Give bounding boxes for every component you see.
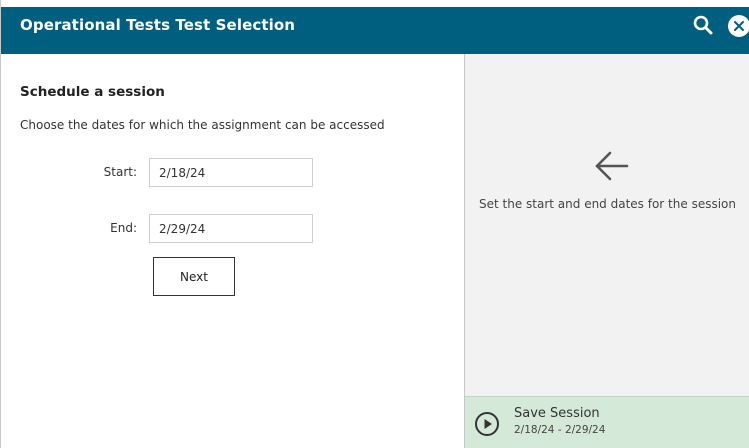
app-frame: Operational Tests Test Selection Schedul… [0,0,749,448]
play-circle-icon [475,412,499,436]
next-button[interactable]: Next [153,257,235,296]
search-button[interactable] [692,14,714,36]
start-date-input[interactable] [149,158,313,187]
end-date-input[interactable] [149,214,313,243]
start-date-label: Start: [103,165,137,179]
header-bar: Operational Tests Test Selection [1,0,749,54]
section-subtitle: Choose the dates for which the assignmen… [20,118,385,132]
save-session-label: Save Session [514,406,600,421]
section-title: Schedule a session [20,84,165,100]
save-session-button[interactable]: Save Session 2/18/24 - 2/29/24 [465,396,749,448]
close-button[interactable] [728,15,749,37]
save-session-dates: 2/18/24 - 2/29/24 [514,424,606,436]
schedule-panel: Schedule a session Choose the dates for … [1,54,464,448]
help-panel: Set the start and end dates for the sess… [465,54,749,448]
back-arrow-button[interactable] [592,148,630,184]
search-icon [693,15,713,35]
arrow-left-icon [595,151,629,181]
end-date-label: End: [110,221,137,235]
help-message: Set the start and end dates for the sess… [479,197,736,211]
close-icon [734,21,744,31]
page-title: Operational Tests Test Selection [20,16,296,34]
